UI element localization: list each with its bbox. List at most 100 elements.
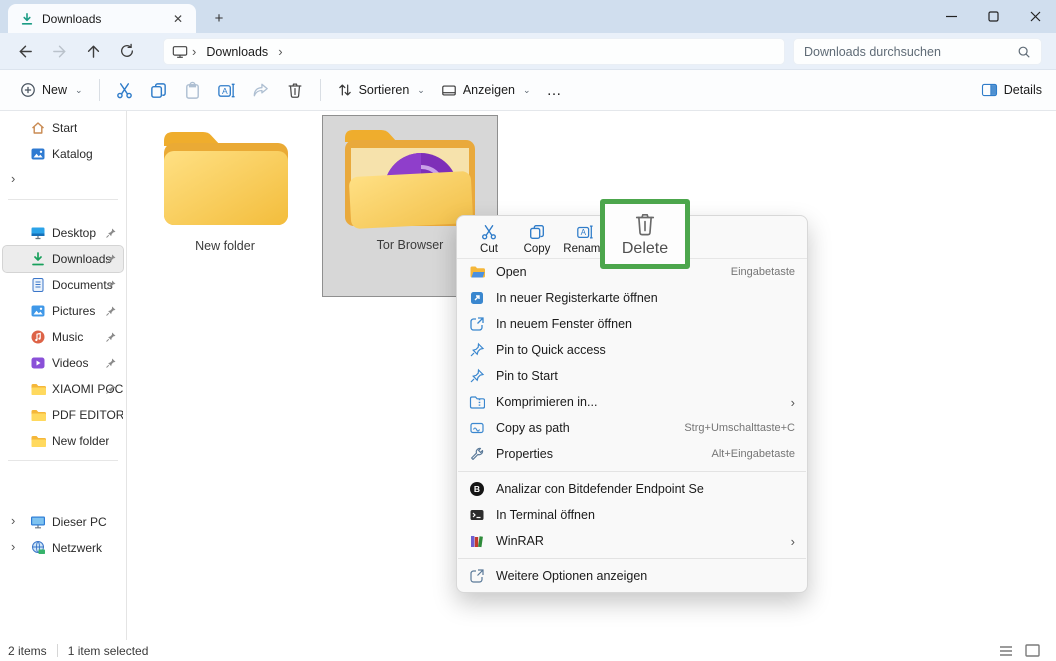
sidebar-expand-chevron[interactable]: › [3, 167, 123, 193]
details-pane-button[interactable]: Details [981, 83, 1042, 97]
sidebar-item-pdf-editor[interactable]: PDF EDITOR [3, 402, 123, 428]
chevron-right-icon[interactable]: › [11, 539, 15, 554]
details-view-toggle-icon[interactable] [999, 645, 1013, 657]
menu-item-open-new-tab[interactable]: In neuer Registerkarte öffnen [457, 285, 807, 311]
maximize-button[interactable] [972, 0, 1014, 33]
items-count: 2 items [8, 643, 47, 658]
menu-item-pin-quick-access[interactable]: Pin to Quick access [457, 337, 807, 363]
refresh-button[interactable] [110, 36, 144, 66]
forward-button[interactable] [42, 36, 76, 66]
back-button[interactable] [8, 36, 42, 66]
menu-item-winrar[interactable]: WinRAR › [457, 528, 807, 554]
pin-icon [106, 228, 116, 238]
new-tab-button[interactable]: + [206, 6, 232, 30]
pin-icon [106, 280, 116, 290]
close-button[interactable] [1014, 0, 1056, 33]
menu-item-bitdefender-scan[interactable]: B Analizar con Bitdefender Endpoint Se [457, 476, 807, 502]
sidebar-item-start[interactable]: Start [3, 115, 123, 141]
terminal-icon [470, 510, 484, 520]
sidebar-item-desktop[interactable]: Desktop [3, 220, 123, 246]
menu-item-properties[interactable]: Properties Alt+Eingabetaste [457, 441, 807, 467]
sort-arrows-icon [338, 84, 351, 96]
menu-item-open-new-window[interactable]: In neuem Fenster öffnen [457, 311, 807, 337]
status-bar: 2 items 1 item selected [0, 640, 1056, 661]
more-options-button[interactable]: … [539, 76, 571, 105]
sidebar-item-new-folder[interactable]: New folder [3, 428, 123, 454]
divider [8, 460, 118, 461]
gallery-icon [31, 148, 45, 160]
pin-icon [106, 384, 116, 394]
breadcrumb-chevron-icon: › [192, 44, 197, 59]
address-bar[interactable]: › Downloads › [163, 38, 785, 65]
view-button[interactable]: Anzeigen ⌄ [433, 77, 539, 104]
folder-icon [31, 384, 46, 395]
pin-icon [470, 342, 485, 357]
share-button[interactable] [244, 75, 278, 105]
sidebar-item-dieser-pc[interactable]: › Dieser PC [3, 509, 123, 535]
sidebar-item-videos[interactable]: Videos [3, 350, 123, 376]
new-button[interactable]: New ⌄ [12, 76, 91, 104]
folder-icon [164, 132, 288, 225]
breadcrumb-chevron-icon: › [278, 44, 283, 59]
menu-item-pin-start[interactable]: Pin to Start [457, 363, 807, 389]
network-icon [32, 541, 45, 554]
computer-icon [172, 45, 188, 58]
copy-button[interactable] [142, 75, 176, 105]
download-icon [32, 252, 44, 266]
pictures-icon [31, 305, 45, 317]
this-pc-icon [31, 516, 45, 529]
chevron-down-icon: ⌄ [417, 84, 425, 95]
copy-path-icon [470, 422, 484, 434]
sidebar-item-documents[interactable]: Documents [3, 272, 123, 298]
cut-quick-action[interactable]: Cut [465, 220, 513, 258]
sidebar-item-xiaomi-poco[interactable]: XIAOMI POCO F [3, 376, 123, 402]
search-box[interactable] [793, 38, 1042, 65]
explorer-window: Downloads ✕ + › Downloads › New⌄ [0, 0, 1056, 661]
chevron-right-icon[interactable]: › [11, 513, 15, 528]
circle-plus-icon [21, 83, 35, 97]
sidebar-item-katalog[interactable]: Katalog [3, 141, 123, 167]
svg-text:A: A [222, 85, 228, 95]
search-icon [1018, 46, 1030, 58]
file-tile-new-folder[interactable]: New folder [137, 115, 313, 297]
sidebar-item-netzwerk[interactable]: › Netzwerk [3, 535, 123, 561]
pin-icon [106, 306, 116, 316]
selection-count: 1 item selected [67, 643, 149, 658]
submenu-chevron-icon: › [790, 394, 795, 410]
menu-item-open-terminal[interactable]: In Terminal öffnen [457, 502, 807, 528]
folder-icon [31, 410, 46, 421]
pin-icon [106, 254, 116, 264]
sidebar-item-downloads[interactable]: Downloads [2, 245, 124, 273]
music-icon [31, 330, 45, 344]
delete-button[interactable] [278, 75, 312, 105]
sidebar-item-music[interactable]: Music [3, 324, 123, 350]
open-folder-icon [470, 266, 485, 278]
download-icon [21, 12, 33, 25]
properties-wrench-icon [471, 447, 484, 460]
open-new-tab-icon [471, 292, 483, 304]
menu-item-copy-as-path[interactable]: Copy as path Strg+Umschalttaste+C [457, 415, 807, 441]
delete-annotation-highlight[interactable]: Delete [600, 199, 690, 269]
sidebar-item-pictures[interactable]: Pictures [3, 298, 123, 324]
breadcrumb-downloads[interactable]: Downloads [206, 45, 268, 59]
divider [56, 644, 58, 657]
menu-item-compress[interactable]: Komprimieren in... › [457, 389, 807, 415]
paste-button[interactable] [176, 75, 210, 105]
zip-folder-icon [469, 396, 485, 409]
large-icons-view-toggle-icon[interactable] [1025, 644, 1040, 657]
navigation-bar: › Downloads › [0, 33, 1056, 70]
window-controls [930, 0, 1056, 33]
copy-quick-action[interactable]: Copy [513, 220, 561, 258]
rename-button[interactable]: A [210, 75, 244, 105]
tab-close-icon[interactable]: ✕ [168, 9, 188, 29]
sort-button[interactable]: Sortieren ⌄ [329, 76, 433, 104]
menu-item-show-more-options[interactable]: Weitere Optionen anzeigen [457, 563, 807, 589]
file-name: New folder [195, 239, 255, 253]
minimize-button[interactable] [930, 0, 972, 33]
rename-icon: A [577, 225, 593, 239]
svg-text:B: B [474, 484, 480, 494]
tab-downloads[interactable]: Downloads ✕ [8, 4, 196, 33]
cut-button[interactable] [108, 75, 142, 105]
up-button[interactable] [76, 36, 110, 66]
search-input[interactable] [804, 44, 1017, 59]
